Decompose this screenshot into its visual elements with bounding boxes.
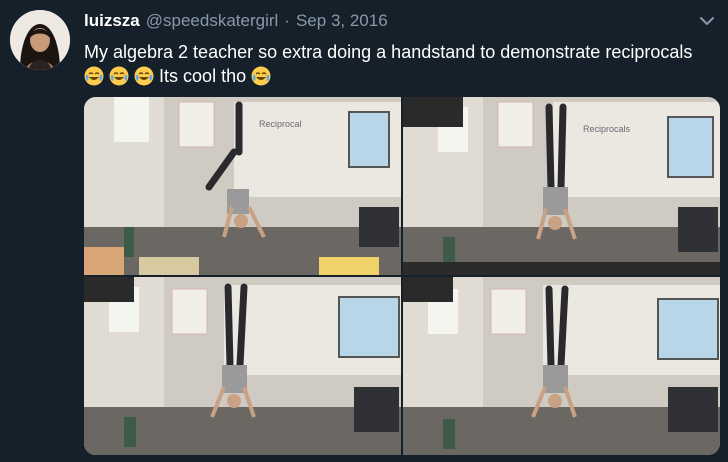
profile-photo-icon bbox=[10, 10, 70, 70]
avatar[interactable] bbox=[10, 10, 70, 70]
joy-emoji-icon bbox=[84, 66, 104, 86]
tweet-text: My algebra 2 teacher so extra doing a ha… bbox=[84, 40, 724, 88]
user-handle[interactable]: @speedskatergirl bbox=[146, 11, 279, 31]
tweet-date[interactable]: Sep 3, 2016 bbox=[296, 11, 388, 31]
joy-emoji-icon bbox=[109, 66, 129, 86]
photo-3[interactable] bbox=[84, 277, 401, 455]
classroom-photo-3 bbox=[84, 277, 401, 455]
tweet-text-line-1: My algebra 2 teacher so extra doing a ha… bbox=[84, 42, 693, 62]
separator-dot: · bbox=[284, 11, 290, 30]
joy-emoji-icon bbox=[134, 66, 154, 86]
photo-4[interactable] bbox=[403, 277, 720, 455]
photo-2[interactable]: Reciprocals bbox=[403, 97, 720, 275]
classroom-photo-4 bbox=[403, 277, 720, 455]
photo-1[interactable]: Reciprocal bbox=[84, 97, 401, 275]
tweet-text-line-2: Its cool tho bbox=[84, 64, 724, 88]
classroom-photo-1: Reciprocal bbox=[84, 97, 401, 275]
joy-emoji-icon bbox=[251, 66, 271, 86]
classroom-photo-2: Reciprocals bbox=[403, 97, 720, 275]
svg-text:Reciprocal: Reciprocal bbox=[259, 119, 302, 129]
tweet-header: luizsza @speedskatergirl · Sep 3, 2016 bbox=[84, 11, 388, 31]
chevron-down-icon[interactable] bbox=[700, 16, 714, 26]
display-name[interactable]: luizsza bbox=[84, 11, 140, 31]
tweet-text-line-2-words: Its cool tho bbox=[159, 66, 247, 86]
media-grid: Reciprocal Reciprocals bbox=[84, 97, 720, 455]
svg-text:Reciprocals: Reciprocals bbox=[583, 124, 631, 134]
